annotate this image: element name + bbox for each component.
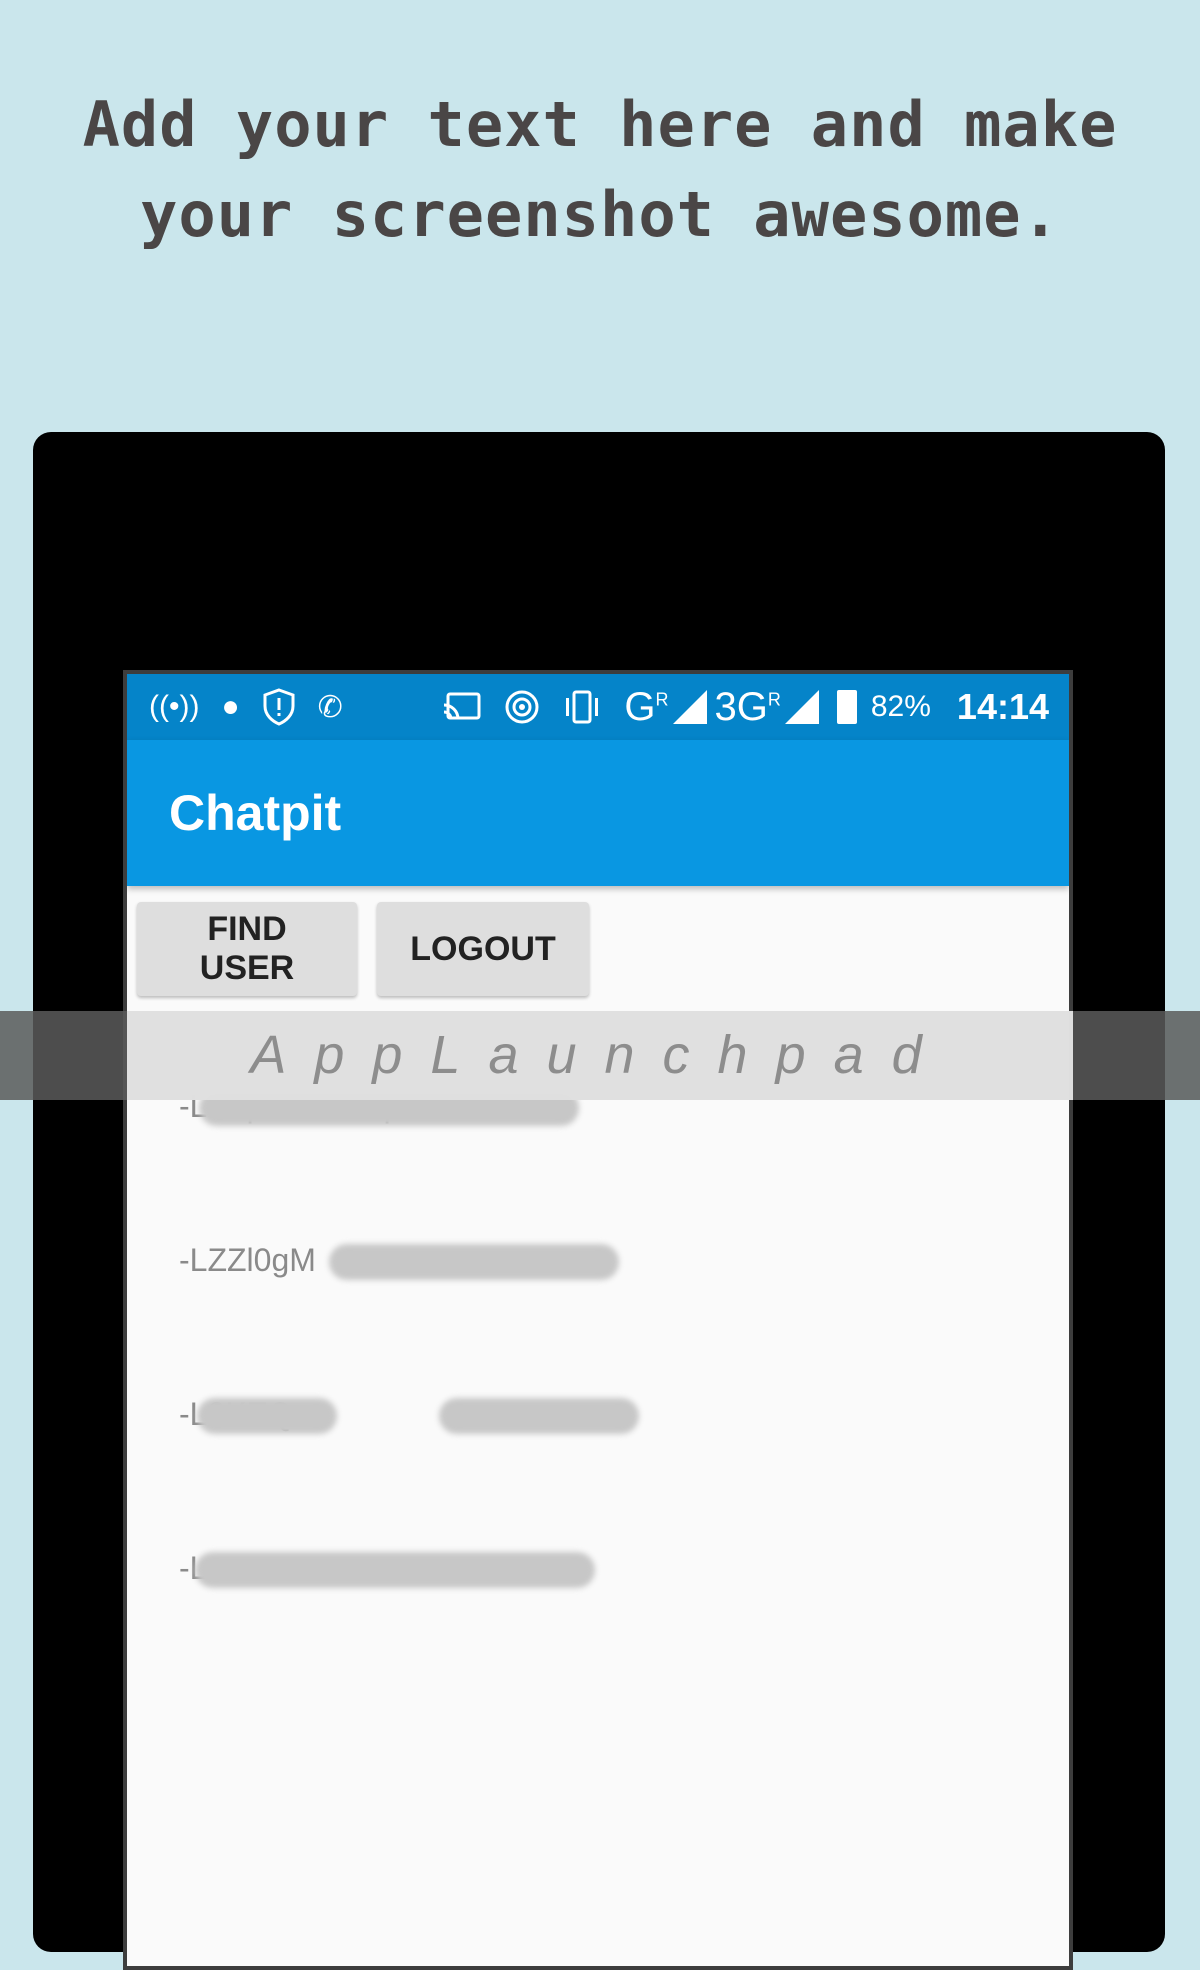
redaction-blur: [195, 1552, 595, 1588]
list-item[interactable]: -L: [179, 1550, 1069, 1704]
logout-button[interactable]: LOGOUT: [377, 902, 589, 996]
redaction-blur: [439, 1398, 639, 1434]
list-item[interactable]: -LZZpEYL9uCpFZtv: [179, 1088, 1069, 1242]
signal-icon: [784, 690, 819, 724]
promo-line-2: your screenshot awesome.: [140, 178, 1060, 251]
user-list: -LZZpEYL9uCpFZtv -LZZl0gM -L3KEQ -L: [127, 996, 1069, 1704]
battery-percent: 82%: [870, 690, 931, 723]
list-item[interactable]: -LZZl0gM: [179, 1242, 1069, 1396]
call-alert-icon: ✆: [317, 690, 343, 724]
hotspot-icon: ((•)): [149, 690, 200, 723]
redaction-blur: [197, 1398, 337, 1434]
status-bar: ((•)) ● ✆ GR 3GR 82% 14:14: [127, 674, 1069, 740]
app-bar: Chatpit: [127, 740, 1069, 886]
cast-icon: [442, 691, 482, 723]
user-id: -LZZl0gM: [179, 1242, 316, 1278]
action-row: FIND USER LOGOUT: [127, 886, 1069, 996]
phone-screen: ((•)) ● ✆ GR 3GR 82% 14:14 Chatpit FIND …: [123, 670, 1073, 1970]
vibrate-icon: [562, 689, 602, 725]
promo-line-1: Add your text here and make: [82, 88, 1118, 161]
clock: 14:14: [956, 686, 1049, 727]
promo-text: Add your text here and make your screens…: [0, 80, 1200, 260]
watermark-text: AppLaunchpad: [250, 1025, 950, 1085]
redaction-blur: [329, 1244, 619, 1280]
list-item[interactable]: -L3KEQ: [179, 1396, 1069, 1550]
find-user-button[interactable]: FIND USER: [137, 902, 357, 996]
shield-icon: [262, 688, 296, 726]
battery-icon: [836, 690, 857, 724]
app-title: Chatpit: [169, 785, 342, 841]
wifi-tether-icon: [504, 689, 540, 725]
network-type-1: GR: [624, 684, 669, 729]
jio-icon: ●: [221, 690, 240, 723]
network-type-2: 3GR: [714, 684, 781, 729]
signal-icon: [672, 690, 707, 724]
